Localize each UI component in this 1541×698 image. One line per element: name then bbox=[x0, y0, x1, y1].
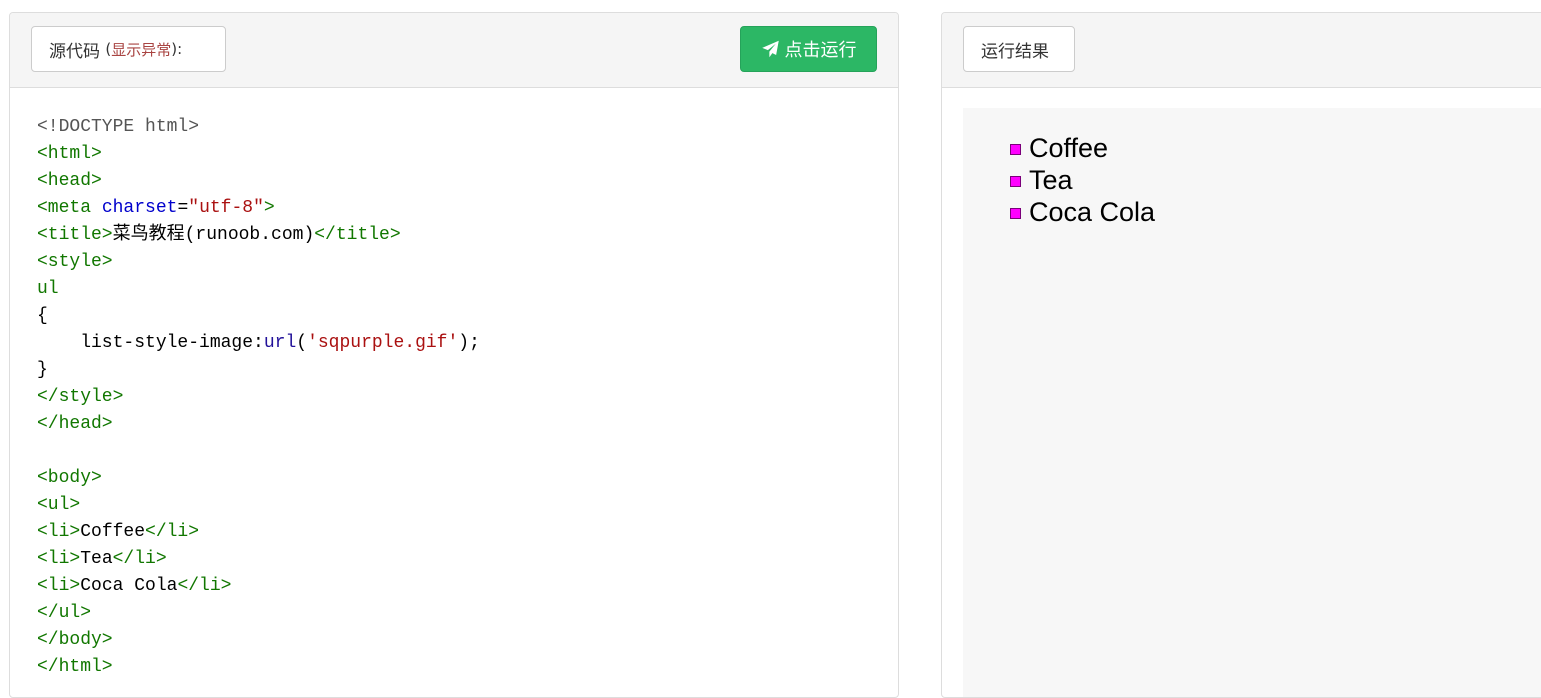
code-li-open: <li> bbox=[37, 522, 81, 542]
square-bullet-icon bbox=[1010, 143, 1021, 155]
square-bullet-icon bbox=[1010, 175, 1021, 187]
code-head-close: </head> bbox=[37, 414, 113, 434]
code-li-open: <li> bbox=[37, 576, 81, 596]
result-header: 运行结果 bbox=[942, 13, 1541, 88]
code-ul-open: <ul> bbox=[37, 495, 81, 515]
code-li-close: </li> bbox=[177, 576, 232, 596]
code-title-open: <title> bbox=[37, 225, 113, 245]
code-editor[interactable]: <!DOCTYPE html> <html> <head> <meta char… bbox=[37, 114, 480, 681]
code-html-open: <html> bbox=[37, 144, 102, 164]
code-url-function: url bbox=[263, 333, 297, 353]
code-property-end: ); bbox=[458, 333, 480, 353]
list-item-text: Tea bbox=[1029, 165, 1073, 195]
code-selector: ul bbox=[37, 279, 59, 299]
code-item-coffee: Coffee bbox=[80, 522, 146, 542]
list-item-text: Coffee bbox=[1029, 133, 1109, 163]
code-item-coca-cola: Coca Cola bbox=[80, 576, 178, 596]
code-li-close: </li> bbox=[145, 522, 200, 542]
source-code-label: 源代码 (显示异常): bbox=[31, 26, 226, 72]
code-body-close: </body> bbox=[37, 630, 113, 650]
code-meta-attr: charset bbox=[101, 198, 178, 218]
list-item: Coca Cola bbox=[1010, 196, 1155, 228]
code-meta-value: "utf-8" bbox=[188, 198, 264, 218]
code-brace-open: { bbox=[37, 306, 48, 326]
result-frame: Coffee Tea Coca Cola bbox=[963, 108, 1541, 697]
list-item: Tea bbox=[1010, 164, 1155, 196]
code-html-close: </html> bbox=[37, 657, 113, 677]
code-brace-close: } bbox=[37, 360, 48, 380]
result-panel: 运行结果 Coffee Tea Coca Cola bbox=[941, 12, 1541, 698]
code-doctype: <!DOCTYPE html> bbox=[37, 117, 200, 137]
paper-plane-icon bbox=[761, 40, 780, 58]
code-style-close: </style> bbox=[37, 387, 124, 407]
code-body-open: <body> bbox=[37, 468, 102, 488]
code-meta-close: > bbox=[263, 198, 275, 218]
show-error-link[interactable]: 显示异常 bbox=[111, 39, 171, 60]
code-head-open: <head> bbox=[37, 171, 102, 191]
paren-close: ): bbox=[171, 40, 183, 58]
run-button-label: 点击运行 bbox=[784, 40, 857, 61]
source-code-title: 源代码 bbox=[49, 41, 100, 62]
source-code-panel: 源代码 (显示异常): 点击运行 <!DOCTYPE html> <html> … bbox=[9, 12, 899, 698]
list-item-text: Coca Cola bbox=[1029, 197, 1156, 227]
code-li-close: </li> bbox=[112, 549, 167, 569]
code-ul-close: </ul> bbox=[37, 603, 92, 623]
code-property: list-style-image: bbox=[37, 333, 264, 353]
code-title-close: </title> bbox=[314, 225, 401, 245]
run-button[interactable]: 点击运行 bbox=[740, 26, 877, 72]
code-item-tea: Tea bbox=[80, 549, 113, 569]
code-title-text: 菜鸟教程(runoob.com) bbox=[112, 225, 315, 245]
code-li-open: <li> bbox=[37, 549, 81, 569]
result-list: Coffee Tea Coca Cola bbox=[1010, 132, 1155, 228]
code-meta-eq: = bbox=[177, 198, 189, 218]
code-paren-open: ( bbox=[296, 333, 308, 353]
list-item: Coffee bbox=[1010, 132, 1155, 164]
code-meta-open: <meta bbox=[37, 198, 92, 218]
result-label: 运行结果 bbox=[963, 26, 1075, 72]
code-style-open: <style> bbox=[37, 252, 113, 272]
source-code-header: 源代码 (显示异常): 点击运行 bbox=[10, 13, 898, 88]
result-title: 运行结果 bbox=[981, 41, 1049, 62]
square-bullet-icon bbox=[1010, 207, 1021, 219]
code-property-value: 'sqpurple.gif' bbox=[307, 333, 459, 353]
